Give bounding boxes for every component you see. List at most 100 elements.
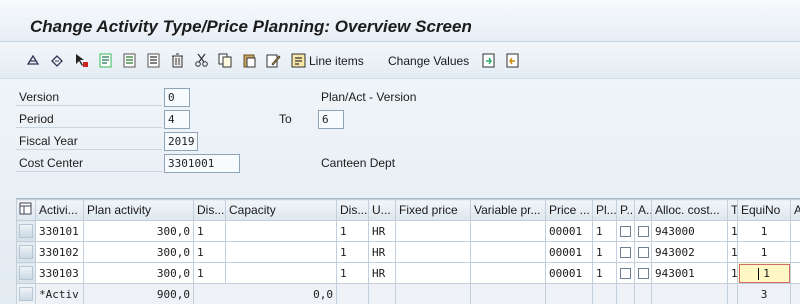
a-cell[interactable] <box>790 262 800 284</box>
variable-price-cell[interactable] <box>470 220 546 242</box>
cut-icon[interactable] <box>194 53 209 68</box>
row-selector[interactable] <box>16 262 36 284</box>
unit-cell[interactable]: HR <box>368 241 396 263</box>
paste-icon[interactable] <box>242 53 257 68</box>
fixed-price-cell[interactable] <box>395 262 471 284</box>
dist-key-cell[interactable]: 1 <box>336 262 369 284</box>
column-header[interactable]: A <box>790 199 800 221</box>
previous-icon[interactable] <box>122 53 137 68</box>
unit-cell[interactable]: HR <box>368 220 396 242</box>
equino-cell[interactable]: 1 <box>737 241 791 263</box>
a-cell[interactable] <box>790 241 800 263</box>
activity-cell[interactable]: 330103 <box>35 262 84 284</box>
column-header[interactable]: Variable pr... <box>470 199 546 221</box>
row-selector[interactable] <box>16 241 36 263</box>
cost-center-field[interactable]: 3301001 <box>164 154 240 173</box>
equino-cell-focused[interactable]: 1 <box>737 262 791 284</box>
dist-key-cell[interactable]: 1 <box>193 262 226 284</box>
plan-activity-cell[interactable]: 300,0 <box>83 241 194 263</box>
fiscal-year-field[interactable]: 2019 <box>164 132 198 151</box>
import-icon[interactable] <box>505 53 520 68</box>
variable-price-cell[interactable] <box>470 262 546 284</box>
alloc-cost-element-cell[interactable]: 943002 <box>651 241 728 263</box>
edit-icon[interactable] <box>266 53 281 68</box>
variable-price-cell[interactable] <box>470 241 546 263</box>
unit-cell[interactable]: HR <box>368 262 396 284</box>
title-bar: Change Activity Type/Price Planning: Ove… <box>0 0 800 42</box>
row-selector[interactable] <box>16 220 36 242</box>
capacity-cell[interactable] <box>225 241 337 263</box>
plan-indicator-cell[interactable]: 1 <box>592 262 617 284</box>
table-settings-icon[interactable] <box>16 199 36 221</box>
column-header[interactable]: A... <box>634 199 652 221</box>
column-header[interactable]: Fixed price <box>395 199 471 221</box>
save-icon[interactable] <box>98 53 113 68</box>
column-header[interactable]: EquiNo <box>737 199 791 221</box>
dist-key-cell[interactable]: 1 <box>336 241 369 263</box>
activity-cell[interactable]: 330101 <box>35 220 84 242</box>
summary-empty-cell <box>368 283 396 304</box>
copy-icon[interactable] <box>218 53 233 68</box>
activity-indicator-checkbox[interactable] <box>634 220 652 242</box>
fixed-price-cell[interactable] <box>395 220 471 242</box>
a-cell[interactable] <box>790 220 800 242</box>
activity-indicator-checkbox[interactable] <box>634 241 652 263</box>
column-header[interactable]: Pl... <box>592 199 617 221</box>
next-icon[interactable] <box>146 53 161 68</box>
price-unit-cell[interactable]: 00001 <box>545 262 593 284</box>
column-header[interactable]: Dis... <box>336 199 369 221</box>
period-label: Period <box>16 110 162 128</box>
t-cell[interactable]: 1 <box>727 241 738 263</box>
t-cell[interactable]: 1 <box>727 262 738 284</box>
column-header[interactable]: U... <box>368 199 396 221</box>
dist-key-cell[interactable]: 1 <box>193 220 226 242</box>
export-icon[interactable] <box>481 53 496 68</box>
change-icon[interactable] <box>50 53 65 68</box>
plan-activity-cell[interactable]: 300,0 <box>83 262 194 284</box>
price-indicator-checkbox[interactable] <box>616 241 635 263</box>
column-header[interactable]: Dis... <box>193 199 226 221</box>
column-header[interactable]: Capacity <box>225 199 337 221</box>
capacity-cell[interactable] <box>225 262 337 284</box>
cost-center-label: Cost Center <box>16 154 162 172</box>
price-indicator-checkbox[interactable] <box>616 262 635 284</box>
column-header[interactable]: Price ... <box>545 199 593 221</box>
line-items-button[interactable]: Line items <box>309 54 364 68</box>
column-header[interactable]: P... <box>616 199 635 221</box>
activity-cell[interactable]: 330102 <box>35 241 84 263</box>
alloc-cost-element-cell[interactable]: 943000 <box>651 220 728 242</box>
fixed-price-cell[interactable] <box>395 241 471 263</box>
change-values-button[interactable]: Change Values <box>388 54 469 68</box>
price-unit-cell[interactable]: 00001 <box>545 241 593 263</box>
table-row: 330103 300,0 1 1 HR 00001 1 943001 1 1 <box>16 262 800 284</box>
plan-indicator-cell[interactable]: 1 <box>592 241 617 263</box>
plan-indicator-cell[interactable]: 1 <box>592 220 617 242</box>
overview-icon[interactable] <box>26 53 41 68</box>
delete-icon[interactable] <box>170 53 185 68</box>
alloc-cost-element-cell[interactable]: 943001 <box>651 262 728 284</box>
line-items-icon[interactable] <box>291 53 306 68</box>
period-from-field[interactable]: 4 <box>164 110 190 129</box>
activity-indicator-checkbox[interactable] <box>634 262 652 284</box>
version-field[interactable]: 0 <box>164 88 190 107</box>
plan-activity-cell[interactable]: 300,0 <box>83 220 194 242</box>
column-header[interactable]: Activi... <box>35 199 84 221</box>
version-label: Version <box>16 88 162 106</box>
capacity-cell[interactable] <box>225 220 337 242</box>
price-indicator-checkbox[interactable] <box>616 220 635 242</box>
summary-empty-cell <box>790 283 800 304</box>
cost-center-description: Canteen Dept <box>321 156 396 170</box>
equino-cell[interactable]: 1 <box>737 220 791 242</box>
column-header[interactable]: Alloc. cost... <box>651 199 728 221</box>
period-to-field[interactable]: 6 <box>318 110 344 129</box>
row-selector[interactable] <box>16 283 36 304</box>
column-header[interactable]: T <box>727 199 738 221</box>
summary-empty-cell <box>592 283 617 304</box>
select-icon[interactable] <box>74 53 89 68</box>
dist-key-cell[interactable]: 1 <box>336 220 369 242</box>
dist-key-cell[interactable]: 1 <box>193 241 226 263</box>
column-header[interactable]: Plan activity <box>83 199 194 221</box>
price-unit-cell[interactable]: 00001 <box>545 220 593 242</box>
t-cell[interactable]: 1 <box>727 220 738 242</box>
period-to-label: To <box>279 112 292 126</box>
